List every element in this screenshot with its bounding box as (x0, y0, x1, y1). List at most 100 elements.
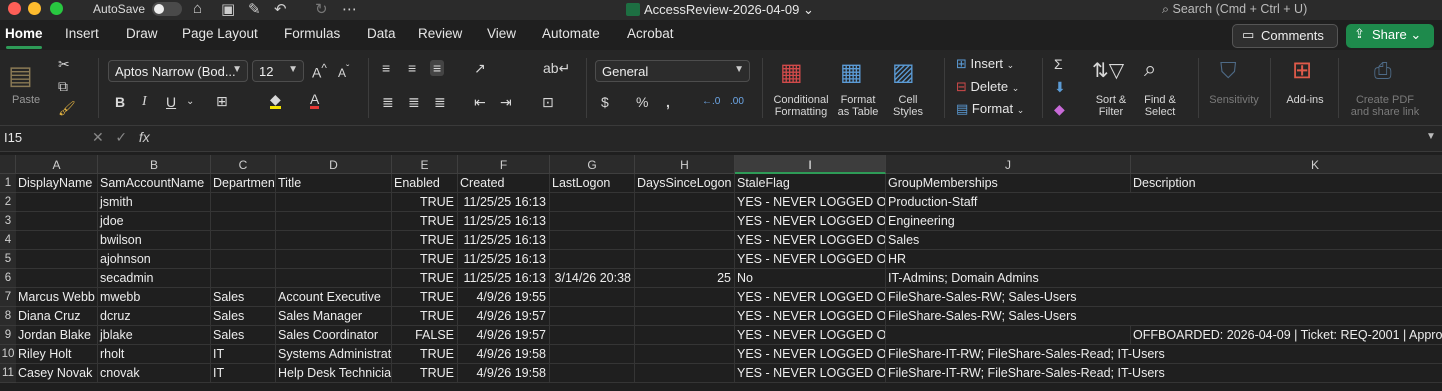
cell-i1[interactable]: StaleFlag (735, 174, 886, 193)
minimize-window-button[interactable] (28, 2, 41, 15)
cell-c1[interactable]: Department (211, 174, 276, 193)
cell-f11[interactable]: 4/9/26 19:58 (458, 364, 550, 383)
fill-icon[interactable]: ⬇ (1054, 79, 1066, 96)
cell-c2[interactable] (211, 193, 276, 212)
cell-e2[interactable]: TRUE (392, 193, 458, 212)
cell-e9[interactable]: FALSE (392, 326, 458, 345)
cell-k11[interactable] (1131, 364, 1442, 383)
search-box[interactable]: ⌕ Search (Cmd + Ctrl + U) (1162, 2, 1307, 17)
align-center-icon[interactable]: ≣ (408, 94, 420, 111)
cell-g2[interactable] (550, 193, 635, 212)
cell-i10[interactable]: YES - NEVER LOGGED ON (735, 345, 886, 364)
tab-view[interactable]: View (487, 26, 516, 41)
cell-e6[interactable]: TRUE (392, 269, 458, 288)
comma-style-icon[interactable]: , (666, 94, 670, 110)
font-color-icon[interactable]: A (310, 92, 320, 109)
align-middle-icon[interactable]: ≡ (408, 60, 416, 76)
borders-icon[interactable]: ⊞ (216, 93, 228, 110)
cell-d2[interactable] (276, 193, 392, 212)
font-size-dropdown[interactable]: 12 ▼ (252, 60, 304, 82)
cell-i6[interactable]: No (735, 269, 886, 288)
cell-i5[interactable]: YES - NEVER LOGGED ON (735, 250, 886, 269)
cut-icon[interactable]: ✂ (58, 56, 70, 73)
cell-d7[interactable]: Account Executive (276, 288, 392, 307)
home-icon[interactable]: ⌂ (193, 0, 202, 17)
insert-cells-button[interactable]: ⊞ Insert ⌄ (956, 56, 1014, 72)
cell-i2[interactable]: YES - NEVER LOGGED ON (735, 193, 886, 212)
cell-e5[interactable]: TRUE (392, 250, 458, 269)
column-header-h[interactable]: H (635, 155, 735, 174)
cell-j2[interactable]: Production-Staff (886, 193, 1131, 212)
underline-button[interactable]: U (166, 94, 176, 110)
cell-f5[interactable]: 11/25/25 16:13 (458, 250, 550, 269)
cell-e3[interactable]: TRUE (392, 212, 458, 231)
sensitivity-label[interactable]: Sensitivity (1204, 94, 1264, 106)
cell-a5[interactable] (16, 250, 98, 269)
cell-e4[interactable]: TRUE (392, 231, 458, 250)
cell-a9[interactable]: Jordan Blake (16, 326, 98, 345)
redo-icon[interactable]: ↻ (315, 0, 328, 18)
increase-indent-icon[interactable]: ⇥ (500, 94, 512, 111)
cell-styles-icon[interactable]: ▨ (892, 58, 915, 87)
cell-i7[interactable]: YES - NEVER LOGGED ON (735, 288, 886, 307)
cell-d6[interactable] (276, 269, 392, 288)
bold-button[interactable]: B (115, 94, 125, 110)
cell-b9[interactable]: jblake (98, 326, 211, 345)
cell-b1[interactable]: SamAccountName (98, 174, 211, 193)
cell-c3[interactable] (211, 212, 276, 231)
column-header-e[interactable]: E (392, 155, 458, 174)
confirm-icon[interactable]: ✓ (115, 129, 127, 145)
column-header-i[interactable]: I (735, 155, 886, 174)
add-ins-label[interactable]: Add-ins (1282, 94, 1328, 106)
cell-g4[interactable] (550, 231, 635, 250)
row-header[interactable]: 5 (0, 250, 16, 269)
autosum-icon[interactable]: Σ (1054, 56, 1063, 72)
cell-k1[interactable]: Description (1131, 174, 1442, 193)
italic-button[interactable]: I (142, 94, 147, 110)
cell-c7[interactable]: Sales (211, 288, 276, 307)
find-select-label[interactable]: Find & Select (1138, 94, 1182, 118)
cell-h2[interactable] (635, 193, 735, 212)
cell-k9[interactable]: OFFBOARDED: 2026-04-09 | Ticket: REQ-200… (1131, 326, 1442, 345)
conditional-formatting-label[interactable]: Conditional Formatting (770, 94, 832, 118)
tab-automate[interactable]: Automate (542, 26, 600, 41)
cell-j5[interactable]: HR (886, 250, 1131, 269)
column-header-c[interactable]: C (211, 155, 276, 174)
row-header[interactable]: 8 (0, 307, 16, 326)
cell-h4[interactable] (635, 231, 735, 250)
cell-d4[interactable] (276, 231, 392, 250)
cell-g7[interactable] (550, 288, 635, 307)
find-select-icon[interactable]: ⌕ (1144, 56, 1156, 82)
cell-k5[interactable] (1131, 250, 1442, 269)
tab-home[interactable]: Home (5, 26, 43, 41)
cell-e1[interactable]: Enabled (392, 174, 458, 193)
cell-h10[interactable] (635, 345, 735, 364)
format-painter-icon[interactable]: 🖌 (58, 100, 76, 117)
cell-f7[interactable]: 4/9/26 19:55 (458, 288, 550, 307)
cell-i3[interactable]: YES - NEVER LOGGED ON (735, 212, 886, 231)
column-header-a[interactable]: A (16, 155, 98, 174)
cell-c10[interactable]: IT (211, 345, 276, 364)
cell-b11[interactable]: cnovak (98, 364, 211, 383)
align-bottom-icon[interactable]: ≡ (430, 60, 445, 76)
create-pdf-label[interactable]: Create PDF and share link (1348, 94, 1422, 118)
copy-icon[interactable]: ⧉ (58, 78, 68, 95)
row-header[interactable]: 11 (0, 364, 16, 383)
cell-d5[interactable] (276, 250, 392, 269)
cell-g1[interactable]: LastLogon (550, 174, 635, 193)
edit-icon[interactable]: ✎ (248, 0, 261, 18)
cell-b6[interactable]: secadmin (98, 269, 211, 288)
cell-h9[interactable] (635, 326, 735, 345)
clear-icon[interactable]: ◆ (1054, 101, 1065, 118)
paste-icon[interactable]: ▤ (8, 60, 33, 91)
name-box[interactable]: I15 (4, 130, 22, 145)
cell-c11[interactable]: IT (211, 364, 276, 383)
increase-font-icon[interactable]: A^ (312, 62, 327, 81)
save-icon[interactable]: ▣ (221, 0, 235, 18)
share-button[interactable]: ⇪ Share ⌄ (1346, 24, 1434, 48)
cell-e7[interactable]: TRUE (392, 288, 458, 307)
row-header[interactable]: 4 (0, 231, 16, 250)
cell-a8[interactable]: Diana Cruz (16, 307, 98, 326)
cell-f10[interactable]: 4/9/26 19:58 (458, 345, 550, 364)
cell-c6[interactable] (211, 269, 276, 288)
